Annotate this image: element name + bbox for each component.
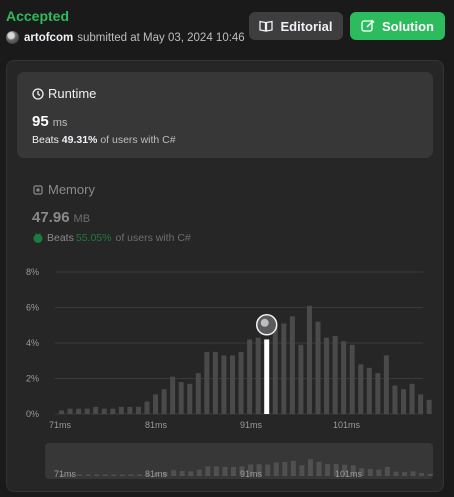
mini-bar <box>111 474 117 476</box>
mini-x-tick-label: 91ms <box>240 469 263 479</box>
mini-bar <box>299 465 305 476</box>
mini-bar <box>273 462 279 476</box>
mini-bar <box>128 474 134 476</box>
mini-bar <box>102 474 108 476</box>
mini-bar <box>367 468 373 476</box>
mini-bar <box>290 460 296 476</box>
mini-bar <box>307 459 313 476</box>
mini-x-tick-label: 101ms <box>335 469 363 479</box>
mini-bar <box>136 474 142 476</box>
mini-bar <box>265 464 271 476</box>
mini-bar <box>376 469 382 476</box>
mini-bar <box>213 466 219 476</box>
mini-bar <box>419 472 425 476</box>
mini-bar <box>384 466 390 476</box>
mini-bar <box>205 466 211 476</box>
mini-bar <box>196 469 202 476</box>
mini-bar <box>393 471 399 476</box>
mini-bar <box>325 464 331 476</box>
mini-bar <box>171 470 177 476</box>
mini-bar <box>282 461 288 476</box>
mini-bar <box>316 461 322 476</box>
mini-bar <box>77 474 83 476</box>
mini-x-tick-label: 71ms <box>54 469 77 479</box>
mini-x-tick-label: 81ms <box>145 469 168 479</box>
range-overview-chart: 71ms 81ms 91ms 101ms <box>54 459 433 479</box>
mini-bar <box>231 466 236 476</box>
mini-bar <box>85 474 91 476</box>
mini-bar <box>222 466 228 476</box>
mini-bar <box>402 472 407 476</box>
mini-bar <box>188 471 194 476</box>
mini-bar <box>410 471 416 476</box>
mini-bar <box>119 474 125 476</box>
mini-bar <box>427 473 433 476</box>
mini-bar <box>94 474 100 476</box>
mini-bar <box>179 471 185 476</box>
